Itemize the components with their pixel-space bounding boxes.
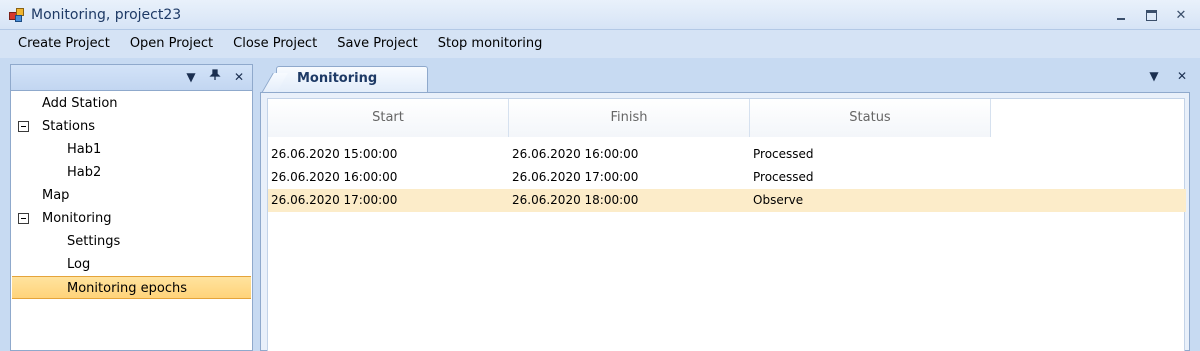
- tree-item-label: Stations: [42, 119, 95, 134]
- column-header-finish[interactable]: Finish: [509, 99, 750, 137]
- tree-item-label: Hab2: [67, 165, 102, 180]
- panel-header: ▼ ✕: [11, 65, 252, 91]
- app-icon: [9, 7, 25, 23]
- epochs-grid: Start Finish Status 26.06.2020 15:00:00 2…: [267, 98, 1186, 351]
- tree-item-monitoring[interactable]: Monitoring: [12, 207, 251, 230]
- cell-finish: 26.06.2020 16:00:00: [512, 147, 639, 161]
- tree-item-hab2[interactable]: Hab2: [12, 161, 251, 184]
- menu-open-project[interactable]: Open Project: [120, 30, 223, 58]
- table-row[interactable]: 26.06.2020 15:00:00 26.06.2020 16:00:00 Pr…: [268, 143, 1186, 166]
- tree-item-label: Log: [67, 257, 91, 272]
- cell-start: 26.06.2020 16:00:00: [271, 170, 398, 184]
- cell-status: Processed: [753, 170, 814, 184]
- close-window-button[interactable]: ✕: [1172, 6, 1190, 24]
- tab-monitoring-epochs[interactable]: Monitoring epochs: [276, 66, 428, 110]
- maximize-button[interactable]: [1142, 6, 1160, 24]
- title-bar: Monitoring, project23 ✕: [0, 0, 1200, 30]
- minimize-button[interactable]: [1112, 6, 1130, 24]
- window-controls: ✕: [1112, 6, 1190, 24]
- tree-item-map[interactable]: Map: [12, 184, 251, 207]
- tree-item-label: Monitoring epochs: [67, 281, 188, 296]
- column-header-status[interactable]: Status: [750, 99, 991, 137]
- grid-frame: Start Finish Status 26.06.2020 15:00:00 2…: [260, 92, 1190, 351]
- table-row[interactable]: 26.06.2020 16:00:00 26.06.2020 17:00:00 Pr…: [268, 166, 1186, 189]
- dropdown-icon[interactable]: ▼: [1146, 68, 1162, 84]
- pin-icon[interactable]: [207, 69, 223, 85]
- menu-save-project[interactable]: Save Project: [327, 30, 428, 58]
- collapse-icon[interactable]: [18, 213, 29, 224]
- tree-item-label: Settings: [67, 234, 121, 249]
- menu-create-project[interactable]: Create Project: [8, 30, 120, 58]
- cell-finish: 26.06.2020 18:00:00: [512, 193, 639, 207]
- tree-item-log[interactable]: Log: [12, 253, 251, 276]
- column-header-start[interactable]: Start: [268, 99, 509, 137]
- navigation-panel: ▼ ✕ Add Station Stations Hab1 Hab2 Map Monito…: [10, 64, 253, 351]
- close-icon[interactable]: ✕: [1174, 68, 1190, 84]
- collapse-icon[interactable]: [18, 121, 29, 132]
- tree-item-label: Map: [42, 188, 70, 203]
- cell-start: 26.06.2020 15:00:00: [271, 147, 398, 161]
- cell-start: 26.06.2020 17:00:00: [271, 193, 398, 207]
- menu-stop-monitoring[interactable]: Stop monitoring: [428, 30, 553, 58]
- document-controls: ▼ ✕: [1146, 68, 1190, 84]
- close-icon[interactable]: ✕: [231, 69, 247, 85]
- tree-item-label: Monitoring: [42, 211, 112, 226]
- menu-bar: Create Project Open Project Close Projec…: [0, 30, 1200, 58]
- tree-item-monitoring-epochs[interactable]: Monitoring epochs: [12, 276, 251, 299]
- window-title: Monitoring, project23: [31, 6, 182, 23]
- tree-item-stations[interactable]: Stations: [12, 115, 251, 138]
- tree-item-settings[interactable]: Settings: [12, 230, 251, 253]
- cell-status: Processed: [753, 147, 814, 161]
- cell-finish: 26.06.2020 17:00:00: [512, 170, 639, 184]
- document-area: Monitoring epochs ▼ ✕ Start Finish Statu…: [258, 64, 1190, 351]
- menu-close-project[interactable]: Close Project: [223, 30, 327, 58]
- tree-item-label: Hab1: [67, 142, 102, 157]
- table-row[interactable]: 26.06.2020 17:00:00 26.06.2020 18:00:00 Ob…: [268, 189, 1186, 212]
- dropdown-icon[interactable]: ▼: [183, 69, 199, 85]
- cell-status: Observe: [753, 193, 804, 207]
- tree-item-add-station[interactable]: Add Station: [12, 92, 251, 115]
- tree-item-hab1[interactable]: Hab1: [12, 138, 251, 161]
- tree-item-label: Add Station: [42, 96, 118, 111]
